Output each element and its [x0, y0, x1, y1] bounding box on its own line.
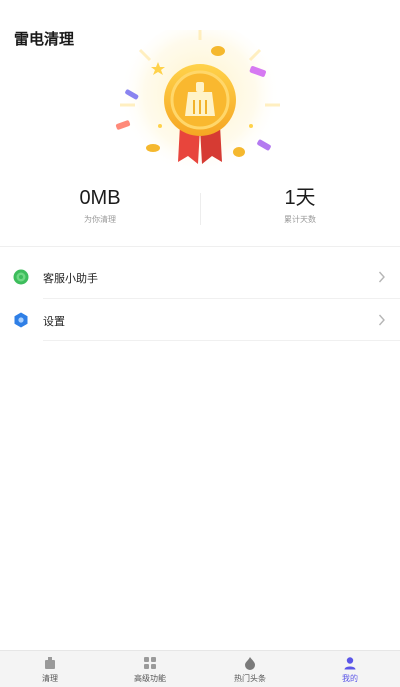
cleaned-size-value: 0MB: [79, 187, 121, 209]
stats-panel: 0MB 为你清理 1天 累计天数: [0, 185, 400, 235]
tab-hot-news[interactable]: 热门头条: [200, 651, 300, 687]
tab-label: 高级功能: [134, 674, 166, 683]
medal-badge-icon: [115, 30, 280, 182]
user-icon: [344, 657, 356, 670]
tab-label: 热门头条: [234, 674, 266, 683]
tab-clean[interactable]: 清理: [0, 651, 100, 687]
cleaned-size-stat: 0MB 为你清理: [0, 185, 200, 225]
menu-item-customer-service[interactable]: 客服小助手: [0, 257, 400, 299]
apps-icon: [144, 657, 156, 669]
chevron-right-icon: [378, 271, 385, 283]
section-divider: [0, 246, 400, 247]
total-days-label: 累计天数: [284, 215, 316, 224]
menu-row-divider: [43, 340, 400, 341]
bottom-tab-bar: 清理 高级功能 热门头条 我的: [0, 650, 400, 687]
total-days-value: 1天: [284, 187, 316, 209]
chat-icon: [13, 269, 29, 285]
menu-item-settings[interactable]: 设置: [0, 300, 400, 342]
clean-icon: [45, 657, 55, 669]
cleaned-size-label: 为你清理: [84, 215, 116, 224]
tab-advanced[interactable]: 高级功能: [100, 651, 200, 687]
medal-illustration: [100, 30, 300, 190]
tab-label: 清理: [42, 674, 58, 683]
tab-mine[interactable]: 我的: [300, 651, 400, 687]
menu-row-divider: [43, 298, 400, 299]
menu-item-label: 客服小助手: [43, 272, 98, 285]
tab-label: 我的: [342, 674, 358, 683]
settings-icon: [14, 312, 28, 328]
total-days-stat: 1天 累计天数: [200, 185, 400, 225]
chevron-right-icon: [378, 314, 385, 326]
menu-item-label: 设置: [43, 315, 65, 328]
flame-icon: [245, 657, 255, 670]
page-title: 雷电清理: [14, 30, 75, 48]
